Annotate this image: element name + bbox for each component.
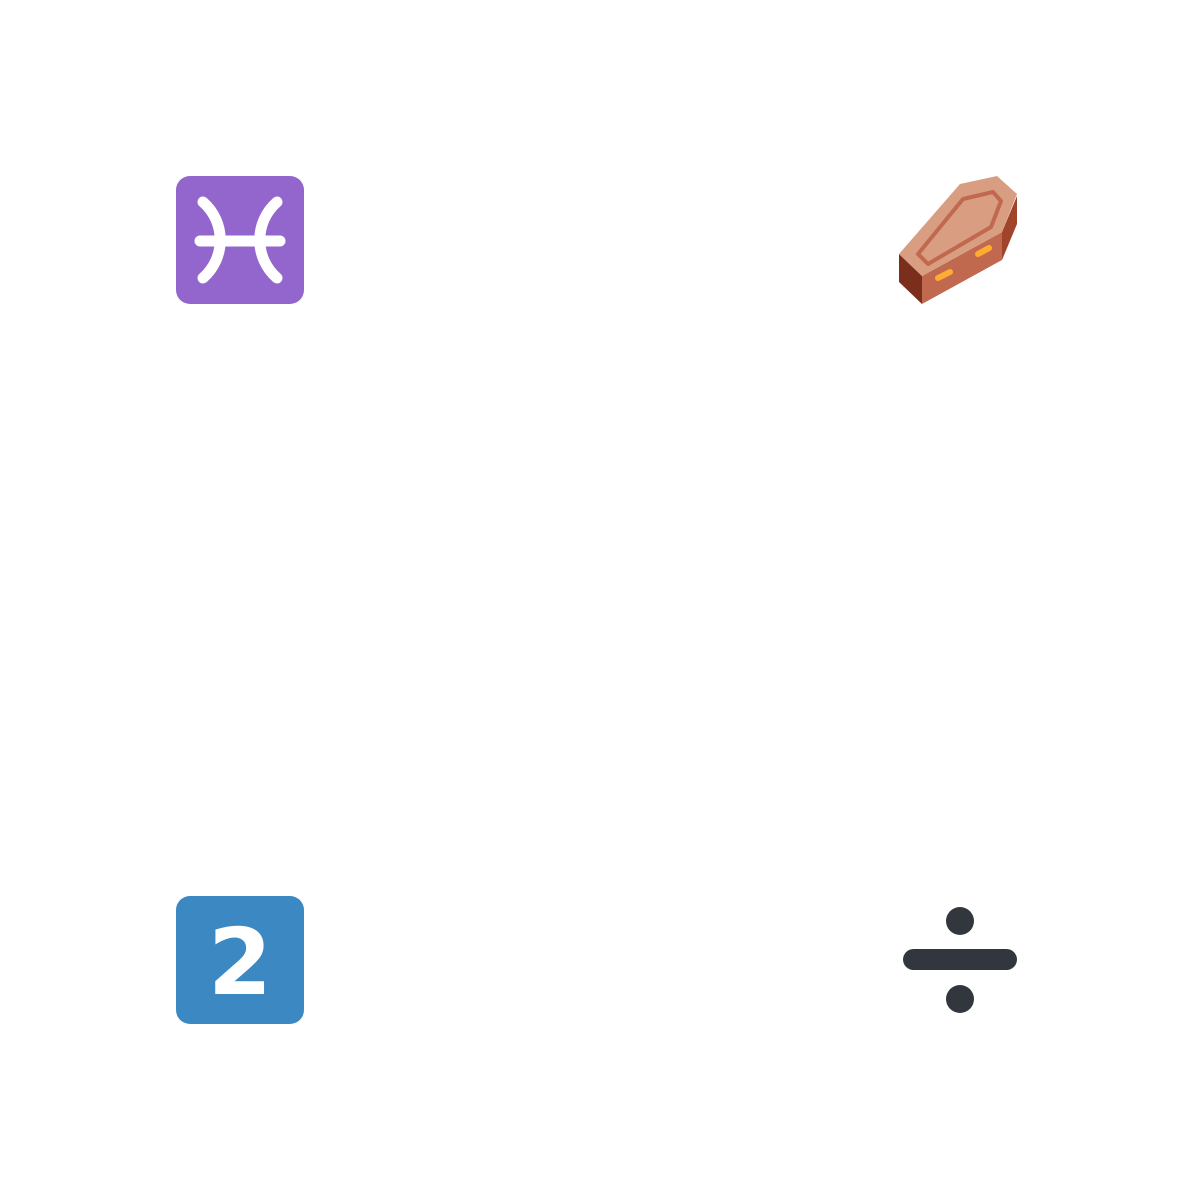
keycap-two-svg: 2 — [176, 896, 304, 1024]
division-top-dot — [946, 907, 974, 935]
division-bar — [903, 949, 1017, 970]
keycap-two-label: 2 — [208, 909, 272, 1016]
division-sign-svg — [903, 907, 1017, 1013]
coffin-svg — [899, 176, 1017, 304]
pisces-svg — [176, 176, 304, 304]
division-sign-icon — [896, 896, 1024, 1024]
coffin-icon — [896, 176, 1024, 304]
pisces-icon — [176, 176, 304, 304]
division-bottom-dot — [946, 985, 974, 1013]
keycap-two-icon: 2 — [176, 896, 304, 1024]
